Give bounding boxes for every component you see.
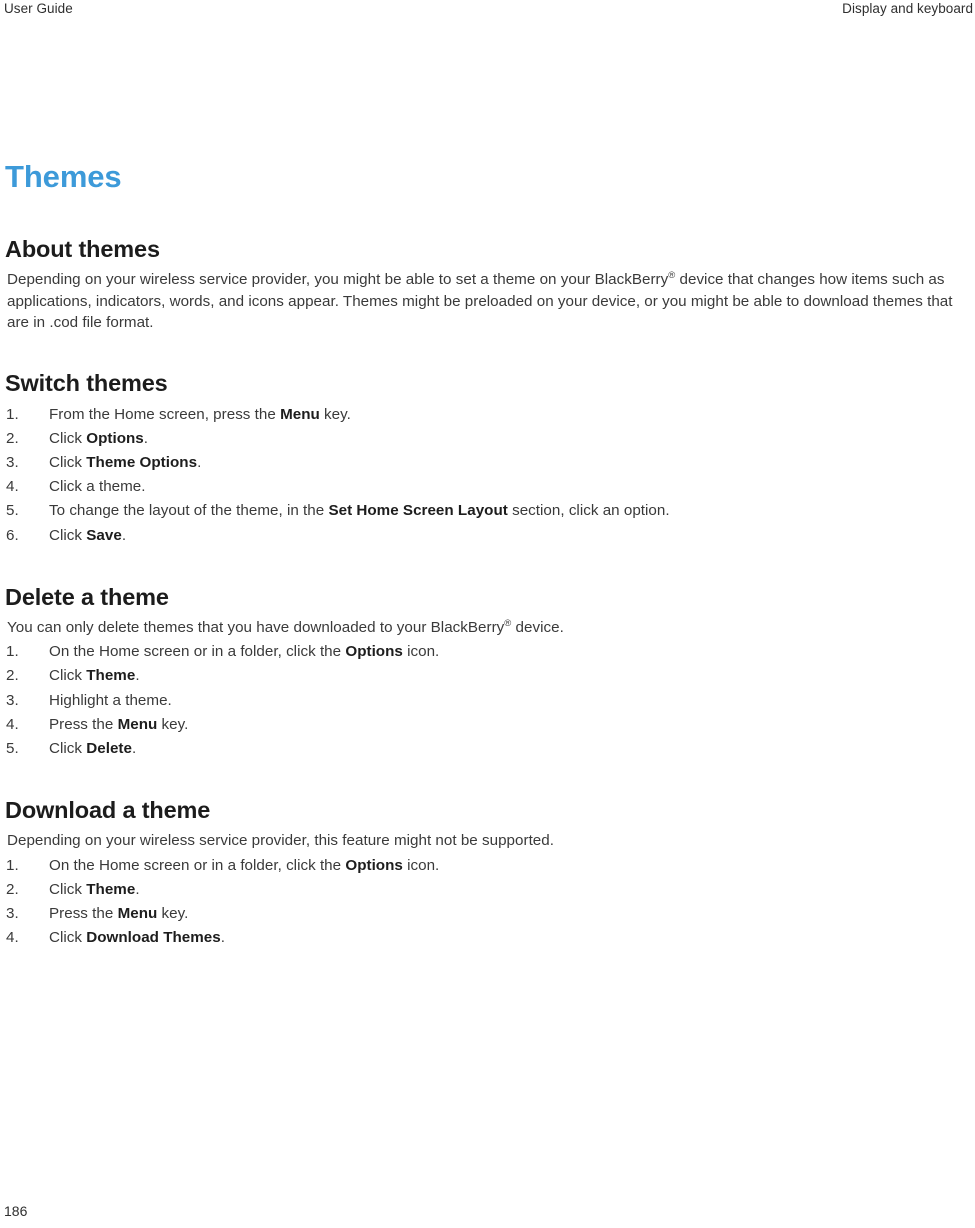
page-footer: 186 xyxy=(4,1202,304,1220)
procedure-step: Click Theme. xyxy=(5,878,973,902)
section-heading: About themes xyxy=(5,236,160,262)
emphasis-term: Options xyxy=(86,429,144,447)
sections-container: About themes Depending on your wireless s… xyxy=(5,236,973,951)
procedure-step: Click Delete. xyxy=(5,737,973,761)
procedure-step: Click Options. xyxy=(5,427,973,451)
text-run: Press the xyxy=(49,715,118,733)
emphasis-term: Save xyxy=(86,526,122,544)
text-run: . xyxy=(135,667,140,685)
procedure-step: Press the Menu key. xyxy=(5,713,973,737)
text-run: key. xyxy=(157,715,189,733)
emphasis-term: Download Themes xyxy=(86,929,221,947)
procedure-steps-list: From the Home screen, press the Menu key… xyxy=(5,403,973,548)
header-right-title: Display and keyboard xyxy=(842,1,973,16)
text-run: Click xyxy=(49,429,87,447)
text-run: icon. xyxy=(402,643,440,661)
text-run: . xyxy=(220,929,225,947)
procedure-step: Highlight a theme. xyxy=(5,689,973,713)
text-run: Highlight a theme. xyxy=(49,691,172,709)
emphasis-term: Delete xyxy=(86,740,132,758)
text-run: Click xyxy=(49,667,87,685)
text-run: Click xyxy=(49,526,87,544)
section-heading: Download a theme xyxy=(5,797,211,824)
emphasis-term: Menu xyxy=(117,905,158,923)
text-run: Click xyxy=(49,453,87,471)
document-page: User Guide Display and keyboard Themes A… xyxy=(0,0,975,1228)
procedure-step: From the Home screen, press the Menu key… xyxy=(5,403,973,427)
procedure-step: Click Save. xyxy=(5,524,973,548)
text-run: Click xyxy=(49,740,87,758)
procedure-step: Click a theme. xyxy=(5,475,973,499)
procedure-steps-list: On the Home screen or in a folder, click… xyxy=(5,854,973,951)
doc-section: Switch themes From the Home screen, press… xyxy=(5,370,973,548)
procedure-step: To change the layout of the theme, in th… xyxy=(5,499,973,523)
procedure-step: Press the Menu key. xyxy=(5,902,973,926)
section-heading: Delete a theme xyxy=(5,583,169,610)
text-run: . xyxy=(131,740,137,758)
text-run: . xyxy=(135,880,140,898)
emphasis-term: Theme xyxy=(86,880,136,898)
text-run: Click xyxy=(49,929,87,947)
text-run: key. xyxy=(157,905,189,923)
section-heading: Switch themes xyxy=(5,369,168,396)
doc-section: Delete a theme You can only delete themes… xyxy=(5,584,973,762)
section-intro-paragraph: Depending on your wireless service provi… xyxy=(5,269,973,334)
text-run: device. xyxy=(511,618,564,636)
text-run: Press the xyxy=(49,905,118,923)
section-intro-paragraph: You can only delete themes that you have… xyxy=(5,617,973,639)
emphasis-term: Set Home Screen Layout xyxy=(328,502,508,520)
section-intro-paragraph: Depending on your wireless service provi… xyxy=(5,830,973,852)
text-run: . xyxy=(121,526,127,544)
emphasis-term: Options xyxy=(345,856,403,874)
text-run: . xyxy=(197,453,202,471)
running-header: User Guide Display and keyboard xyxy=(0,0,975,26)
text-run: On the Home screen or in a folder, click… xyxy=(49,856,346,874)
procedure-step: On the Home screen or in a folder, click… xyxy=(5,640,973,664)
text-run: Click a theme. xyxy=(49,478,146,496)
text-run: Click xyxy=(49,880,87,898)
procedure-steps-list: On the Home screen or in a folder, click… xyxy=(5,640,973,761)
emphasis-term: Menu xyxy=(117,715,158,733)
text-run: You can only delete themes that you have… xyxy=(7,618,505,636)
emphasis-term: Theme xyxy=(86,667,136,685)
doc-section: About themes Depending on your wireless s… xyxy=(5,236,973,334)
text-run: On the Home screen or in a folder, click… xyxy=(49,643,346,661)
procedure-step: Click Download Themes. xyxy=(5,926,973,950)
text-run: From the Home screen, press the xyxy=(49,405,281,423)
text-run: key. xyxy=(319,405,351,423)
procedure-step: Click Theme Options. xyxy=(5,451,973,475)
text-run: icon. xyxy=(402,856,440,874)
text-run: Depending on your wireless service provi… xyxy=(7,271,669,288)
procedure-step: Click Theme. xyxy=(5,664,973,688)
doc-section: Download a theme Depending on your wirele… xyxy=(5,797,973,951)
text-run: To change the layout of the theme, in th… xyxy=(49,502,329,520)
header-left-title: User Guide xyxy=(4,1,73,16)
page-content: Themes About themes Depending on your wir… xyxy=(5,160,973,951)
text-run: section, click an option. xyxy=(507,502,670,520)
procedure-step: On the Home screen or in a folder, click… xyxy=(5,854,973,878)
emphasis-term: Theme Options xyxy=(86,453,198,471)
emphasis-term: Options xyxy=(345,643,403,661)
emphasis-term: Menu xyxy=(280,405,320,423)
page-number: 186 xyxy=(4,1203,28,1219)
text-run: . xyxy=(143,429,149,447)
text-run: Depending on your wireless service provi… xyxy=(7,832,554,850)
chapter-title: Themes xyxy=(5,159,122,194)
